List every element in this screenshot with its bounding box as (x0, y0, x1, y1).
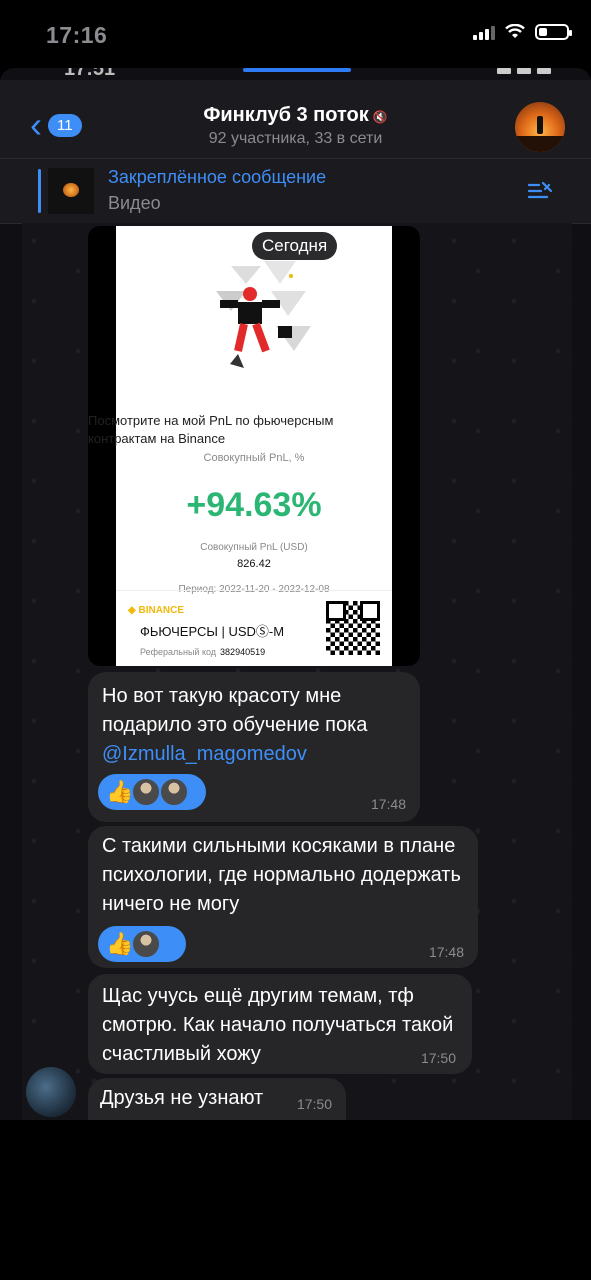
message-bubble[interactable]: Щас учусь ещё другим темам, тф смотрю. К… (88, 974, 472, 1074)
chat-header: ‹ 11 Финклуб 3 поток 🔇 92 участника, 33 в… (0, 80, 591, 158)
message-time: 17:50 (420, 1050, 456, 1066)
chat-subtitle: 92 участника, 33 в сети (208, 130, 383, 147)
group-avatar[interactable] (515, 102, 565, 152)
pnl-usd-value: 826.42 (237, 558, 271, 570)
inner-status-bar: 17:51 (0, 68, 591, 80)
card-headline: Посмотрите на мой PnL по фьючерсным конт… (88, 413, 334, 446)
reactor-avatar (131, 777, 162, 807)
reaction-chip[interactable]: 👍 (98, 774, 206, 810)
card-footer: ◆ BINANCE ФЬЮЧЕРСЫ | USDⓈ-M Реферальный … (116, 590, 392, 666)
message-text: Щас учусь ещё другим темам, тф смотрю. К… (102, 985, 454, 1065)
message-text: Но вот такую красоту мне подарило это об… (102, 685, 368, 765)
status-icons (473, 24, 572, 40)
status-bar: 17:16 (0, 0, 591, 68)
message-time: 17:48 (370, 796, 406, 812)
pinned-text: Видео (108, 193, 161, 213)
wifi-icon (505, 24, 525, 38)
pinned-message-bar[interactable]: Закреплённое сообщение Видео (0, 158, 591, 224)
pinned-indicator (38, 169, 41, 213)
message-time: 17:50 (296, 1096, 332, 1112)
pnl-card: Посмотрите на мой PnL по фьючерсным конт… (88, 226, 392, 666)
thumbs-up-icon: 👍 (106, 931, 134, 956)
chat-title[interactable]: Финклуб 3 поток 🔇 (0, 104, 591, 127)
message-time: 17:48 (428, 944, 464, 960)
call-indicator (243, 68, 351, 72)
sender-avatar[interactable] (26, 1067, 76, 1117)
message-bubble[interactable]: Но вот такую красоту мне подарило это об… (88, 672, 420, 822)
reactor-avatar (159, 777, 190, 807)
clock: 17:16 (46, 22, 108, 48)
photo-message[interactable]: Посмотрите на мой PnL по фьючерсным конт… (88, 226, 420, 666)
reaction-chip[interactable]: 👍 (98, 926, 186, 962)
pinned-thumbnail (48, 168, 94, 214)
pnl-usd-label: Совокупный PnL (USD) (200, 542, 308, 553)
reactor-avatar (131, 929, 162, 959)
bottom-area (0, 1120, 591, 1280)
user-mention[interactable]: @Izmulla_magomedov (102, 743, 307, 765)
binance-illustration (216, 261, 311, 368)
battery-icon (535, 24, 572, 40)
qr-code-icon (326, 601, 380, 655)
binance-logo: ◆ BINANCE (128, 605, 185, 616)
thumbs-up-icon: 👍 (106, 779, 134, 804)
pnl-percent: +94.63% (186, 486, 322, 524)
referral-line: Реферальный код 382940519 (140, 647, 266, 657)
pin-list-icon[interactable] (527, 181, 553, 201)
pinned-title: Закреплённое сообщение (108, 167, 327, 187)
message-bubble[interactable]: С такими сильными косяками в плане психо… (88, 826, 478, 968)
product-label: ФЬЮЧЕРСЫ | USDⓈ-M (140, 624, 285, 639)
mute-icon: 🔇 (372, 110, 388, 124)
signal-icon (473, 24, 495, 40)
message-text: С такими сильными косяками в плане психо… (102, 835, 461, 915)
message-bubble[interactable]: Друзья не узнают 17:50 (88, 1078, 346, 1120)
pnl-label: Совокупный PnL, % (203, 452, 305, 464)
inner-status-icons (497, 68, 551, 74)
message-text: Друзья не узнают (100, 1087, 264, 1109)
date-badge: Сегодня (252, 232, 338, 260)
